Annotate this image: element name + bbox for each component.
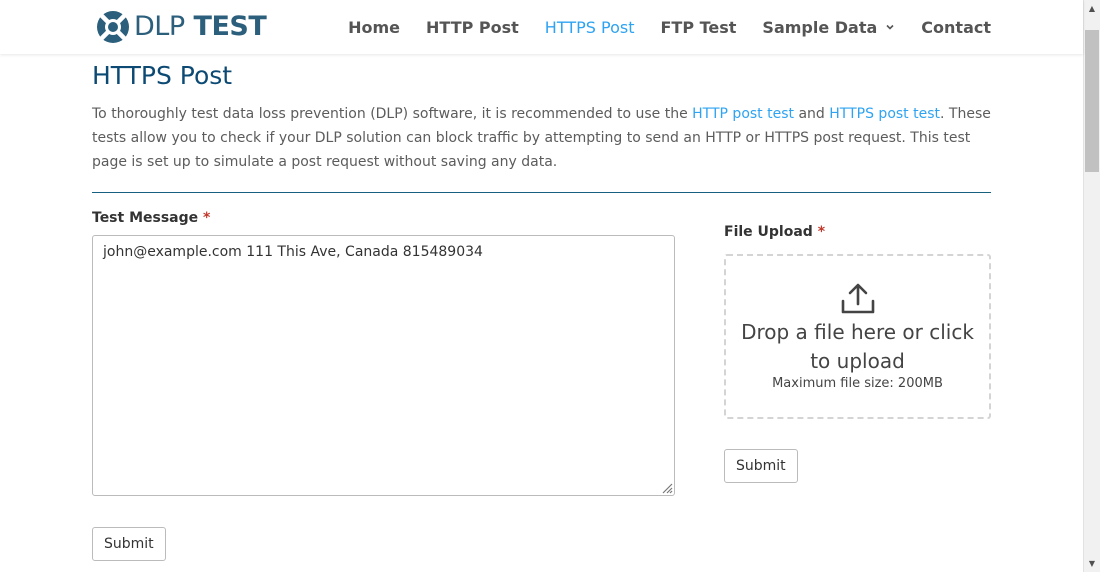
resize-grip-icon[interactable] <box>659 480 673 494</box>
nav-ftp-test[interactable]: FTP Test <box>660 18 736 37</box>
site-header: DLP TEST Home HTTP Post HTTPS Post FTP T… <box>0 0 1083 54</box>
scroll-thumb[interactable] <box>1085 30 1099 172</box>
http-post-test-link[interactable]: HTTP post test <box>692 106 794 122</box>
main-content: HTTPS Post To thoroughly test data loss … <box>92 54 991 561</box>
page-title: HTTPS Post <box>92 61 233 90</box>
page-scrollbar[interactable]: ▲ ▼ <box>1083 0 1100 572</box>
logo-text-dlp: DLP <box>134 11 185 42</box>
section-divider <box>92 192 991 193</box>
https-post-test-link[interactable]: HTTPS post test <box>829 106 940 122</box>
scroll-down-arrow-icon[interactable]: ▼ <box>1084 555 1100 572</box>
dlp-logo-icon <box>97 11 129 43</box>
intro-text-1: To thoroughly test data loss prevention … <box>92 106 693 122</box>
required-mark: * <box>203 210 211 226</box>
test-message-field: john@example.com 111 This Ave, Canada 81… <box>92 235 675 496</box>
test-message-label-text: Test Message <box>92 210 199 226</box>
nav-home[interactable]: Home <box>348 18 400 37</box>
main-nav: Home HTTP Post HTTPS Post FTP Test Sampl… <box>322 0 991 54</box>
nav-http-post[interactable]: HTTP Post <box>426 18 519 37</box>
nav-contact[interactable]: Contact <box>921 18 991 37</box>
upload-submit-button[interactable]: Submit <box>724 449 798 483</box>
intro-paragraph: To thoroughly test data loss prevention … <box>92 102 991 174</box>
max-file-size-text: Maximum file size: 200MB <box>772 376 943 391</box>
message-submit-button[interactable]: Submit <box>92 527 166 561</box>
scroll-up-arrow-icon[interactable]: ▲ <box>1084 0 1100 17</box>
site-logo[interactable]: DLP TEST <box>96 9 267 45</box>
nav-sample-data-label: Sample Data <box>762 17 878 37</box>
file-upload-label: File Upload * <box>724 224 825 240</box>
file-upload-label-text: File Upload <box>724 224 813 240</box>
file-dropzone[interactable]: Drop a file here or click to upload Maxi… <box>724 254 991 419</box>
logo-wordmark: DLP TEST <box>134 9 267 45</box>
logo-text-test: TEST <box>193 11 267 42</box>
required-mark: * <box>817 224 826 240</box>
dropzone-text: Drop a file here or click to upload <box>741 320 974 373</box>
intro-text-2: and <box>794 106 830 122</box>
nav-https-post[interactable]: HTTPS Post <box>545 18 635 37</box>
test-message-input[interactable]: john@example.com 111 This Ave, Canada 81… <box>93 236 674 495</box>
chevron-down-icon <box>886 24 894 30</box>
test-message-label: Test Message * <box>92 210 210 226</box>
nav-sample-data[interactable]: Sample Data <box>762 18 895 37</box>
upload-icon <box>841 283 874 314</box>
